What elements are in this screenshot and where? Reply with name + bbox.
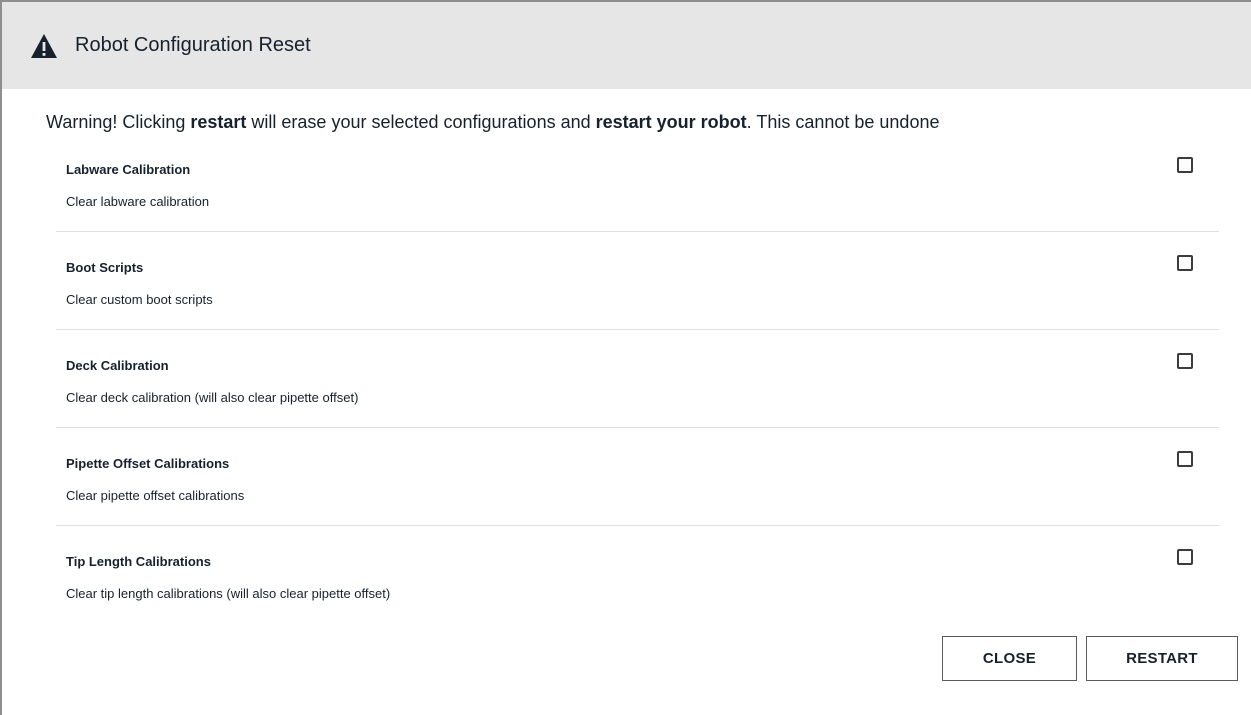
option-labware-calibration: Labware Calibration Clear labware calibr… [56,134,1219,232]
option-name: Deck Calibration [66,358,169,373]
tip-length-calibrations-checkbox[interactable] [1177,549,1193,565]
option-description: Clear deck calibration (will also clear … [66,390,359,405]
warning-text-1: Warning! Clicking [46,112,191,132]
option-name: Labware Calibration [66,162,191,177]
pipette-offset-calibrations-checkbox[interactable] [1177,451,1193,467]
reset-dialog: Robot Configuration Reset Warning! Click… [0,0,1251,715]
option-description: Clear labware calibration [66,194,210,209]
reset-options-list: Labware Calibration Clear labware calibr… [56,134,1219,624]
option-name: Pipette Offset Calibrations [66,456,230,471]
restart-button[interactable]: RESTART [1086,636,1238,681]
option-deck-calibration: Deck Calibration Clear deck calibration … [56,330,1219,428]
warning-text-2: will erase your selected configurations … [246,112,596,132]
option-tip-length-calibrations: Tip Length Calibrations Clear tip length… [56,526,1219,624]
option-description: Clear pipette offset calibrations [66,488,245,503]
option-pipette-offset-calibrations: Pipette Offset Calibrations Clear pipett… [56,428,1219,526]
dialog-header: Robot Configuration Reset [2,2,1251,89]
option-description: Clear custom boot scripts [66,292,213,307]
labware-calibration-checkbox[interactable] [1177,157,1193,173]
close-button[interactable]: CLOSE [942,636,1077,681]
warning-bold-restart: restart [190,112,247,132]
option-name: Tip Length Calibrations [66,554,211,569]
deck-calibration-checkbox[interactable] [1177,353,1193,369]
option-boot-scripts: Boot Scripts Clear custom boot scripts [56,232,1219,330]
warning-message: Warning! Clicking restart will erase you… [46,110,939,134]
warning-text-3: . This cannot be undone [746,112,940,132]
boot-scripts-checkbox[interactable] [1177,255,1193,271]
option-description: Clear tip length calibrations (will also… [66,586,391,601]
dialog-title: Robot Configuration Reset [75,34,311,56]
alert-triangle-icon [30,33,58,59]
option-name: Boot Scripts [66,260,144,275]
warning-bold-restart-robot: restart your robot [595,112,747,132]
